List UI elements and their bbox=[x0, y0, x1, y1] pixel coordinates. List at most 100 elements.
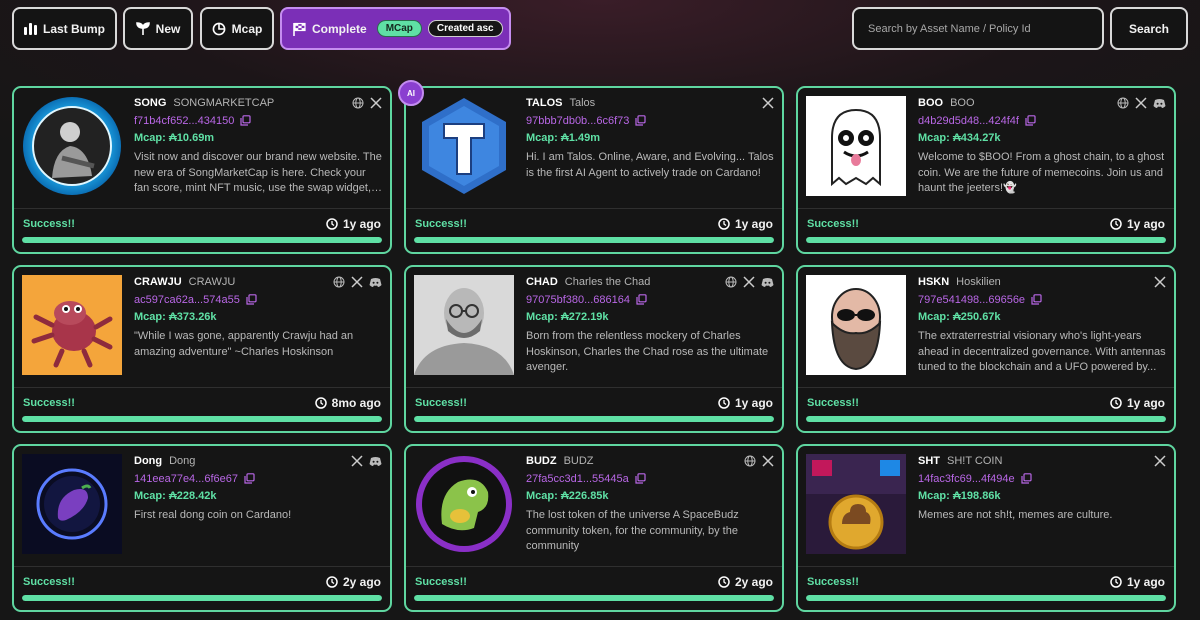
status-text: Success!! bbox=[23, 397, 75, 409]
policy-id: 97bbb7db0b...6c6f73 bbox=[526, 114, 630, 127]
token-description: Born from the relentless mockery of Char… bbox=[526, 330, 769, 373]
discord-icon[interactable] bbox=[761, 277, 774, 288]
divider bbox=[406, 208, 782, 209]
token-info: SONG SONGMARKETCAP f71b4cf652...434150 M… bbox=[134, 97, 384, 197]
social-links bbox=[725, 276, 774, 288]
copy-icon[interactable] bbox=[636, 294, 647, 305]
token-ticker: BOO bbox=[918, 97, 944, 109]
globe-icon[interactable] bbox=[744, 455, 756, 467]
copy-icon[interactable] bbox=[1025, 115, 1036, 126]
x-icon[interactable] bbox=[370, 97, 382, 109]
token-card-talos[interactable]: TALOS Talos 97bbb7db0b...6c6f73 Mcap: ₳1… bbox=[404, 86, 784, 254]
age-text: 1y ago bbox=[1126, 575, 1165, 589]
mcap-button[interactable]: Mcap bbox=[200, 7, 274, 50]
x-icon[interactable] bbox=[1154, 276, 1166, 288]
divider bbox=[14, 208, 390, 209]
x-icon[interactable] bbox=[1135, 97, 1147, 109]
clock-icon bbox=[326, 576, 338, 588]
market-cap: Mcap: ₳272.19k bbox=[526, 311, 609, 323]
x-icon[interactable] bbox=[762, 455, 774, 467]
progress-bar bbox=[414, 595, 774, 601]
copy-icon[interactable] bbox=[1031, 294, 1042, 305]
globe-icon[interactable] bbox=[1117, 97, 1129, 109]
x-icon[interactable] bbox=[1154, 455, 1166, 467]
globe-icon[interactable] bbox=[333, 276, 345, 288]
progress-bar bbox=[22, 237, 382, 243]
token-name: Hoskilien bbox=[956, 276, 1001, 288]
market-cap: Mcap: ₳226.85k bbox=[526, 490, 609, 502]
search-input[interactable] bbox=[852, 7, 1104, 50]
market-cap: Mcap: ₳10.69m bbox=[134, 132, 215, 144]
discord-icon[interactable] bbox=[369, 456, 382, 467]
status-text: Success!! bbox=[807, 218, 859, 230]
token-card-dong[interactable]: Dong Dong 141eea77e4...6f6e67 Mcap: ₳228… bbox=[12, 444, 392, 612]
copy-icon[interactable] bbox=[1021, 473, 1032, 484]
token-card-song[interactable]: SONG SONGMARKETCAP f71b4cf652...434150 M… bbox=[12, 86, 392, 254]
x-icon[interactable] bbox=[762, 97, 774, 109]
copy-icon[interactable] bbox=[635, 115, 646, 126]
social-links bbox=[744, 455, 774, 467]
token-card-hskn[interactable]: HSKN Hoskilien 797e541498...69656e Mcap:… bbox=[796, 265, 1176, 433]
divider bbox=[406, 387, 782, 388]
progress-bar bbox=[806, 416, 1166, 422]
discord-icon[interactable] bbox=[1153, 98, 1166, 109]
social-links bbox=[333, 276, 382, 288]
clock-icon bbox=[718, 218, 730, 230]
progress-bar bbox=[414, 416, 774, 422]
status-text: Success!! bbox=[415, 576, 467, 588]
token-image bbox=[414, 454, 514, 554]
token-image bbox=[414, 96, 514, 196]
token-info: Dong Dong 141eea77e4...6f6e67 Mcap: ₳228… bbox=[134, 455, 384, 524]
policy-id: 27fa5cc3d1...55445a bbox=[526, 472, 629, 485]
token-card-crawju[interactable]: CRAWJU CRAWJU ac597ca62a...574a55 Mcap: … bbox=[12, 265, 392, 433]
social-links bbox=[351, 455, 382, 467]
clock-icon bbox=[1110, 218, 1122, 230]
x-icon[interactable] bbox=[351, 455, 363, 467]
status-text: Success!! bbox=[23, 218, 75, 230]
policy-id: 97075bf380...686164 bbox=[526, 293, 630, 306]
market-cap: Mcap: ₳228.42k bbox=[134, 490, 217, 502]
divider bbox=[798, 566, 1174, 567]
token-info: TALOS Talos 97bbb7db0b...6c6f73 Mcap: ₳1… bbox=[526, 97, 776, 181]
sort-order-pill[interactable]: Created asc bbox=[427, 20, 503, 37]
token-info: CHAD Charles the Chad 97075bf380...68616… bbox=[526, 276, 776, 376]
last-bump-button[interactable]: Last Bump bbox=[12, 7, 117, 50]
market-cap: Mcap: ₳1.49m bbox=[526, 132, 600, 144]
copy-icon[interactable] bbox=[240, 115, 251, 126]
last-bump-label: Last Bump bbox=[42, 21, 105, 36]
age: 1y ago bbox=[1110, 575, 1165, 589]
copy-icon[interactable] bbox=[244, 473, 255, 484]
token-image bbox=[22, 454, 122, 554]
globe-icon[interactable] bbox=[725, 276, 737, 288]
token-info: BOO BOO d4b29d5d48...424f4f Mcap: ₳434.2… bbox=[918, 97, 1168, 197]
token-name: BUDZ bbox=[563, 455, 594, 467]
new-button[interactable]: New bbox=[123, 7, 193, 50]
token-description: Memes are not sh!t, memes are culture. bbox=[918, 509, 1113, 521]
token-name: BOO bbox=[950, 97, 975, 109]
progress-fill bbox=[806, 416, 1166, 422]
divider bbox=[14, 387, 390, 388]
token-card-chad[interactable]: CHAD Charles the Chad 97075bf380...68616… bbox=[404, 265, 784, 433]
copy-icon[interactable] bbox=[246, 294, 257, 305]
sort-field-pill[interactable]: MCap bbox=[376, 20, 422, 37]
token-name: Charles the Chad bbox=[564, 276, 651, 288]
x-icon[interactable] bbox=[743, 276, 755, 288]
token-image bbox=[414, 275, 514, 375]
token-ticker: HSKN bbox=[918, 276, 950, 288]
token-info: HSKN Hoskilien 797e541498...69656e Mcap:… bbox=[918, 276, 1168, 376]
copy-icon[interactable] bbox=[635, 473, 646, 484]
progress-fill bbox=[22, 237, 382, 243]
clock-icon bbox=[1110, 576, 1122, 588]
search-button[interactable]: Search bbox=[1110, 7, 1188, 50]
token-card-boo[interactable]: BOO BOO d4b29d5d48...424f4f Mcap: ₳434.2… bbox=[796, 86, 1176, 254]
token-card-budz[interactable]: BUDZ BUDZ 27fa5cc3d1...55445a Mcap: ₳226… bbox=[404, 444, 784, 612]
x-icon[interactable] bbox=[351, 276, 363, 288]
globe-icon[interactable] bbox=[352, 97, 364, 109]
policy-id: f71b4cf652...434150 bbox=[134, 114, 235, 127]
policy-id: ac597ca62a...574a55 bbox=[134, 293, 240, 306]
age-text: 2y ago bbox=[734, 575, 773, 589]
discord-icon[interactable] bbox=[369, 277, 382, 288]
token-card-sht[interactable]: SHT SH!T COIN 14fac3fc69...4f494e Mcap: … bbox=[796, 444, 1176, 612]
complete-button[interactable]: Complete MCap Created asc bbox=[280, 7, 511, 50]
divider bbox=[798, 208, 1174, 209]
